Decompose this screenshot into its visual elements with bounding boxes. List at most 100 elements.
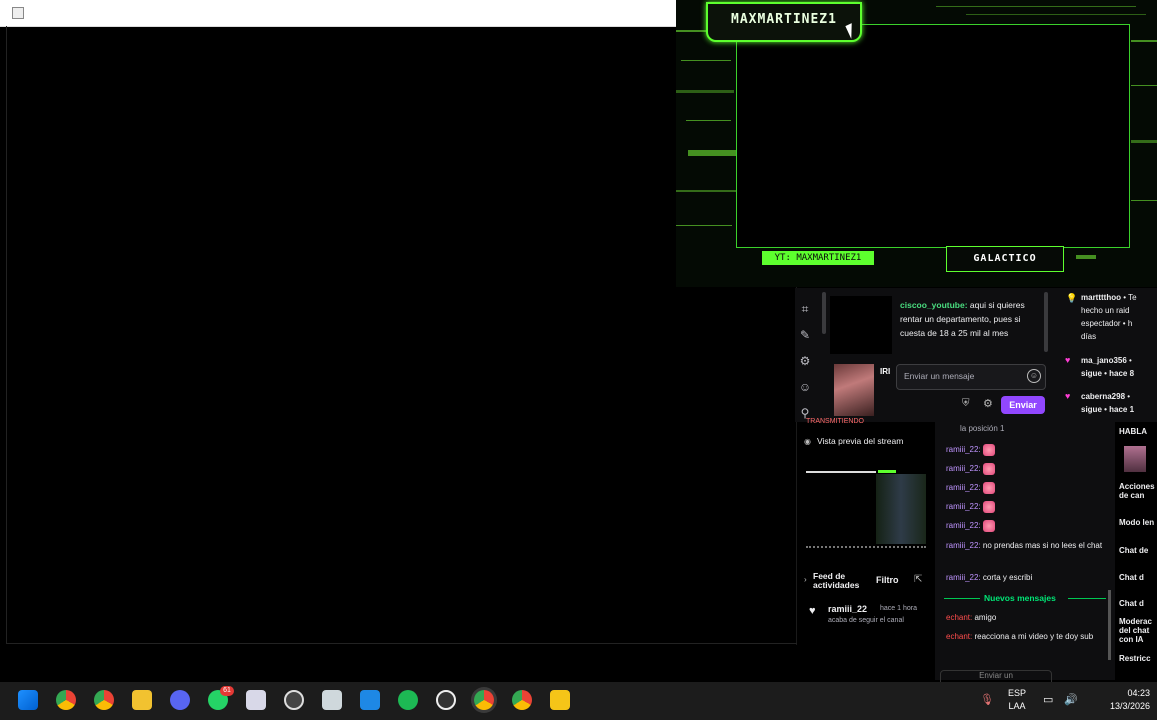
chrome-icon[interactable] <box>56 690 76 710</box>
mod-item[interactable]: HABLA <box>1119 427 1147 436</box>
bf-app-icon[interactable] <box>550 690 570 710</box>
obs-icon[interactable] <box>436 690 456 710</box>
stream-preview-image <box>876 474 926 544</box>
event-item: ma_jano356 • <box>1081 356 1132 365</box>
heart-icon: ♥ <box>1065 391 1071 401</box>
language-indicator[interactable]: ESP LAA <box>1008 687 1026 713</box>
emote-icon <box>982 520 995 532</box>
follow-heart-icon: ♥ <box>809 605 816 617</box>
stream-preview-small <box>830 296 892 354</box>
chat-message: ciscoo_youtube: aqui si quieres rentar u… <box>900 298 1042 340</box>
feed-username[interactable]: ramiii_22 <box>828 604 867 614</box>
clock-date: 13/3/2026 <box>1110 701 1151 711</box>
snipping-tool-icon[interactable] <box>246 690 266 710</box>
lightbulb-icon: 💡 <box>1066 293 1078 303</box>
send-button[interactable]: Enviar <box>1001 396 1045 414</box>
event-item-detail: espectador • h <box>1081 319 1133 328</box>
chat-username[interactable]: ciscoo_youtube: <box>900 300 968 310</box>
chat-line: ramiii_22: <box>946 482 1104 494</box>
chrome-profile2-icon[interactable] <box>512 690 532 710</box>
system-clock[interactable]: 04:23 13/3/2026 <box>1110 687 1150 713</box>
mod-item[interactable]: Chat d <box>1119 599 1144 608</box>
clock-app-icon[interactable] <box>284 690 304 710</box>
preview-accent <box>878 470 896 473</box>
filter-button[interactable]: Filtro <box>876 575 899 585</box>
preview-bar <box>806 471 876 473</box>
event-item-detail: hecho un raid <box>1081 306 1130 315</box>
event-item-detail: sigue • hace 1 <box>1081 405 1135 414</box>
notification-badge: 61 <box>220 686 234 696</box>
chat-input-placeholder: Enviar un mensaje <box>904 371 975 381</box>
streamer-name: MAXMARTINEZ1 <box>731 12 837 27</box>
volume-icon[interactable]: 🔊 <box>1064 693 1078 706</box>
heart-icon: ♥ <box>1065 355 1071 365</box>
chat-line: echant: reacciona a mi video y te doy su… <box>946 632 1094 641</box>
event-item-detail: días <box>1081 332 1097 341</box>
streamer-thumbnail <box>834 364 874 416</box>
mod-item[interactable]: Moderac del chat con IA <box>1119 617 1157 644</box>
activity-feed-label: Feed de actividades <box>813 571 860 590</box>
toolbar-scrollbar[interactable] <box>822 292 826 334</box>
event-item: caberna298 • <box>1081 392 1131 401</box>
emote-icon <box>982 482 995 494</box>
avatar <box>1124 446 1146 472</box>
lang-code: ESP <box>1008 688 1027 698</box>
chat-line: ramiii_22: no prendas mas si no lees el … <box>946 541 1103 550</box>
chat-line: ramiii_22: <box>946 444 1104 456</box>
file-explorer-icon[interactable] <box>132 690 152 710</box>
windows-start-icon[interactable] <box>18 690 38 710</box>
chat-position-text: la posición 1 <box>960 424 1005 433</box>
chat-line: ramiii_22: <box>946 501 1104 513</box>
calculator-icon[interactable] <box>322 690 342 710</box>
emote-icon <box>982 501 995 513</box>
rank-tag: GALACTICO <box>946 246 1064 272</box>
mod-item[interactable]: Chat de <box>1119 546 1148 555</box>
preview-toggle-icon[interactable]: ◉ <box>804 437 811 446</box>
emoji-icon[interactable]: ☺ <box>798 380 812 394</box>
mod-item[interactable]: Acciones de can <box>1119 482 1157 500</box>
stream-preview-label[interactable]: Vista previa del stream <box>817 436 903 446</box>
window-app-icon <box>12 7 24 19</box>
chat-line: ramiii_22: <box>946 463 1104 475</box>
new-messages-label: Nuevos mensajes <box>984 593 1056 603</box>
mod-item[interactable]: Chat d <box>1119 573 1144 582</box>
settings-icon[interactable]: ⚙ <box>798 354 812 368</box>
clock-time: 04:23 <box>1127 688 1151 698</box>
feed-description: acaba de seguir el canal <box>828 617 904 624</box>
emote-picker-icon[interactable]: ☺ <box>1027 369 1041 383</box>
discord-icon[interactable] <box>170 690 190 710</box>
microphone-icon[interactable]: 🎙 <box>980 693 994 706</box>
chrome-profile-icon[interactable] <box>94 690 114 710</box>
chat-line: ramiii_22: <box>946 520 1104 532</box>
chat-line: echant: amigo <box>946 613 997 622</box>
thumb-label: IRI <box>880 367 891 376</box>
emote-icon <box>982 463 995 475</box>
streamer-name-tag: MAXMARTINEZ1 <box>706 2 862 42</box>
chat-line: ramiii_22: corta y escribi <box>946 573 1033 582</box>
mod-item[interactable]: Restricc <box>1119 654 1151 663</box>
feed-time: hace 1 hora <box>880 605 917 612</box>
shield-icon[interactable]: ⛨ <box>962 398 970 409</box>
crop-icon[interactable]: ⌗ <box>798 302 812 316</box>
pen-icon[interactable]: ✎ <box>798 328 812 342</box>
popout-icon[interactable]: ⇱ <box>914 574 922 585</box>
new-messages-divider: Nuevos mensajes <box>944 593 1106 603</box>
layout-code: LAA <box>1008 701 1026 711</box>
chevron-right-icon[interactable]: › <box>804 575 807 584</box>
chat-input[interactable]: Enviar un mensaje <box>896 364 1046 390</box>
network-icon[interactable]: ▭ <box>1043 693 1053 706</box>
mod-item[interactable]: Modo len <box>1119 518 1154 527</box>
notepad-icon[interactable] <box>360 690 380 710</box>
spotify-icon[interactable] <box>398 690 418 710</box>
overlay-camera-frame <box>736 24 1130 248</box>
live-status-label: TRANSMITIENDO <box>806 418 864 425</box>
chat-scrollbar[interactable] <box>1044 292 1048 352</box>
event-item: martttthoo • Te <box>1081 293 1137 302</box>
window-titlebar[interactable] <box>0 0 676 27</box>
youtube-tag: YT: MAXMARTINEZ1 <box>762 251 874 265</box>
main-chat-scrollbar[interactable] <box>1108 590 1111 660</box>
chrome-active-icon[interactable] <box>474 690 494 710</box>
event-item-detail: sigue • hace 8 <box>1081 369 1135 378</box>
chat-settings-icon[interactable]: ⚙ <box>983 397 993 410</box>
emote-icon <box>982 444 995 456</box>
